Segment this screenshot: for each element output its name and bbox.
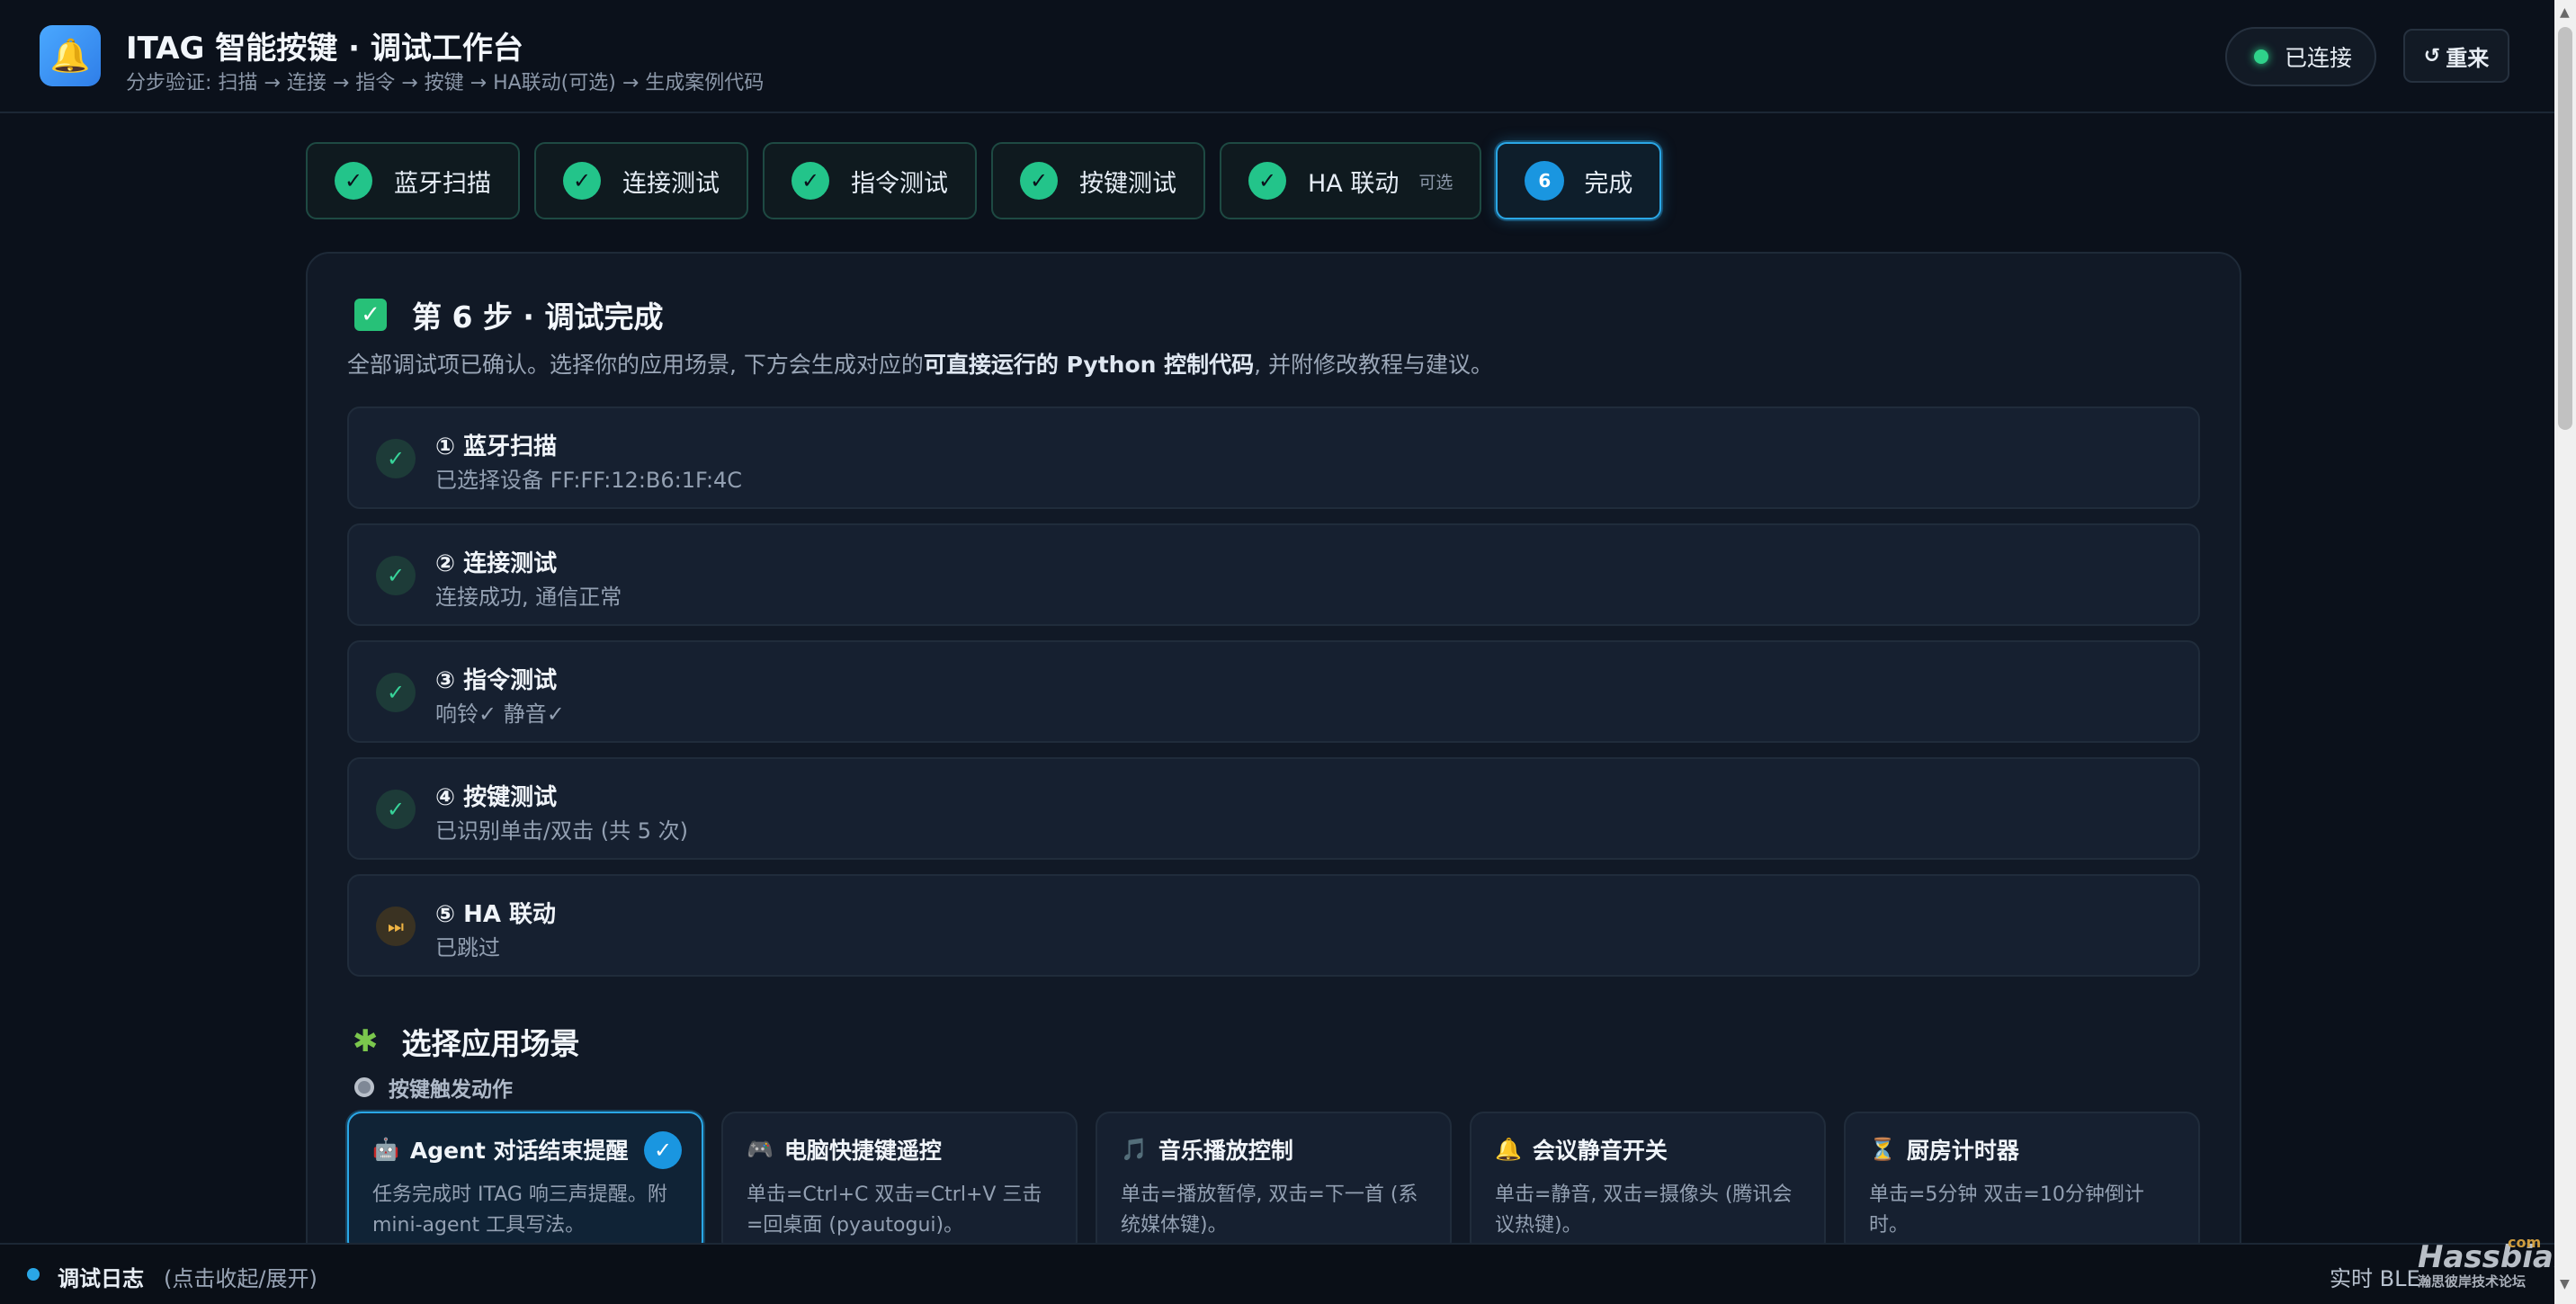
scenario-card-timer[interactable]: ⏳ 厨房计时器 单击=5分钟 双击=10分钟倒计时。 xyxy=(1844,1112,2200,1255)
gamepad-icon: 🎮 xyxy=(747,1137,774,1162)
watermark-logo: Hassbian com 瀚思彼岸技术论坛 xyxy=(2418,1234,2576,1290)
optional-tag: 可选 xyxy=(1418,172,1453,192)
scenarios-title: 选择应用场景 xyxy=(401,1026,580,1061)
watermark-tld: com xyxy=(2508,1234,2542,1251)
scroll-down-icon[interactable]: ▼ xyxy=(2560,1277,2570,1291)
scenario-card-hotkey[interactable]: 🎮 电脑快捷键遥控 单击=Ctrl+C 双击=Ctrl+V 三击=回桌面 (pya… xyxy=(721,1112,1078,1255)
step-ha[interactable]: ✓ HA 联动 可选 xyxy=(1220,142,1482,219)
checkbox-icon: ✓ xyxy=(354,299,387,331)
step-done[interactable]: 6 完成 xyxy=(1496,142,1662,219)
scenario-card-agent[interactable]: 🤖 Agent 对话结束提醒 任务完成时 ITAG 响三声提醒。附 mini-ag… xyxy=(347,1112,703,1255)
skip-forward-icon: ⏭ xyxy=(376,907,416,946)
scenario-desc: 任务完成时 ITAG 响三声提醒。附 mini-agent 工具写法。 xyxy=(372,1183,667,1237)
app-header: 🔔 ITAG 智能按键 · 调试工作台 分步验证: 扫描 → 连接 → 指令 →… xyxy=(0,0,2554,113)
stepper: ✓ 蓝牙扫描 ✓ 连接测试 ✓ 指令测试 ✓ 按键测试 ✓ HA 联动 可选 6… xyxy=(306,142,1662,219)
check-icon: ✓ xyxy=(376,439,416,478)
item-detail: 连接成功, 通信正常 xyxy=(435,585,622,610)
scenario-card-meeting[interactable]: 🔔 会议静音开关 单击=静音, 双击=摄像头 (腾讯会议热键)。 xyxy=(1470,1112,1826,1255)
debug-log-bar[interactable]: 调试日志 (点击收起/展开) 实时 BLE xyxy=(0,1243,2554,1304)
connection-status-badge: 已连接 xyxy=(2225,27,2376,86)
scenario-card-music[interactable]: 🎵 音乐播放控制 单击=播放暂停, 双击=下一首 (系统媒体键)。 xyxy=(1096,1112,1452,1255)
hourglass-icon: ⏳ xyxy=(1869,1137,1896,1162)
item-title: ② 连接测试 xyxy=(435,550,558,577)
step-button[interactable]: ✓ 按键测试 xyxy=(991,142,1205,219)
check-icon: ✓ xyxy=(376,790,416,829)
restart-label: 重来 xyxy=(2446,45,2490,71)
summary-item: ✓ ④ 按键测试 已识别单击/双击 (共 5 次) xyxy=(347,757,2200,860)
step-connect[interactable]: ✓ 连接测试 xyxy=(534,142,748,219)
step-number: 6 xyxy=(1525,161,1565,201)
step-label: 指令测试 xyxy=(851,169,948,198)
step-command[interactable]: ✓ 指令测试 xyxy=(763,142,977,219)
log-live-label: 实时 BLE xyxy=(2330,1266,2420,1291)
check-icon: ✓ xyxy=(376,673,416,712)
trigger-radio[interactable]: 按键触发动作 xyxy=(354,1072,513,1103)
summary-heading: ✓ 第 6 步 · 调试完成 xyxy=(354,293,663,336)
step-label: 按键测试 xyxy=(1079,169,1176,198)
summary-item: ⏭ ⑤ HA 联动 已跳过 xyxy=(347,874,2200,977)
radio-icon xyxy=(354,1077,374,1097)
item-detail: 已选择设备 FF:FF:12:B6:1F:4C xyxy=(435,468,743,493)
summary-item: ✓ ③ 指令测试 响铃✓ 静音✓ xyxy=(347,640,2200,743)
scenario-title: 厨房计时器 xyxy=(1906,1138,2019,1164)
trigger-label: 按键触发动作 xyxy=(389,1078,513,1102)
summary-title: 第 6 步 · 调试完成 xyxy=(412,299,664,335)
item-title: ③ 指令测试 xyxy=(435,667,558,694)
summary-item: ✓ ① 蓝牙扫描 已选择设备 FF:FF:12:B6:1F:4C xyxy=(347,406,2200,509)
check-icon: ✓ xyxy=(335,162,372,200)
item-title: ⑤ HA 联动 xyxy=(435,901,556,928)
app-subtitle: 分步验证: 扫描 → 连接 → 指令 → 按键 → HA联动(可选) → 生成案… xyxy=(126,72,765,94)
item-detail: 已识别单击/双击 (共 5 次) xyxy=(435,818,688,844)
bell-icon: 🔔 xyxy=(1495,1137,1522,1162)
desc-text: 全部调试项已确认。选择你的应用场景, 下方会生成对应的 xyxy=(347,352,924,378)
check-icon: ✓ xyxy=(1248,162,1286,200)
status-dot-icon xyxy=(2254,49,2268,64)
scenario-desc: 单击=Ctrl+C 双击=Ctrl+V 三击=回桌面 (pyautogui)。 xyxy=(747,1183,1042,1237)
item-title: ④ 按键测试 xyxy=(435,784,558,811)
check-icon: ✓ xyxy=(1020,162,1058,200)
page-scrollbar[interactable]: ▲ ▼ xyxy=(2554,0,2576,1304)
scenario-title: 音乐播放控制 xyxy=(1158,1138,1293,1164)
scenario-title: 电脑快捷键遥控 xyxy=(783,1138,942,1164)
step-label: 连接测试 xyxy=(622,169,720,198)
restart-button[interactable]: ↺ 重来 xyxy=(2403,29,2509,83)
scenario-title: Agent 对话结束提醒 xyxy=(409,1138,629,1164)
step-label: 蓝牙扫描 xyxy=(394,169,491,198)
summary-description: 全部调试项已确认。选择你的应用场景, 下方会生成对应的可直接运行的 Python… xyxy=(347,347,1493,380)
scenario-desc: 单击=5分钟 双击=10分钟倒计时。 xyxy=(1869,1183,2144,1237)
robot-icon: 🤖 xyxy=(372,1137,399,1162)
status-label: 已连接 xyxy=(2285,45,2353,71)
scroll-up-icon[interactable]: ▲ xyxy=(2560,5,2570,20)
scenario-desc: 单击=静音, 双击=摄像头 (腾讯会议热键)。 xyxy=(1495,1183,1793,1237)
item-detail: 已跳过 xyxy=(435,935,500,960)
check-icon: ✓ xyxy=(563,162,601,200)
check-icon: ✓ xyxy=(792,162,829,200)
desc-text: , 并附修改教程与建议。 xyxy=(1254,352,1494,378)
watermark-brand: Hassbian xyxy=(2418,1239,2576,1275)
selected-check-icon: ✓ xyxy=(644,1131,682,1169)
summary-item: ✓ ② 连接测试 连接成功, 通信正常 xyxy=(347,523,2200,626)
step-label: HA 联动 xyxy=(1308,169,1400,198)
step-label: 完成 xyxy=(1584,169,1633,198)
scenario-desc: 单击=播放暂停, 双击=下一首 (系统媒体键)。 xyxy=(1121,1183,1418,1237)
step-scan[interactable]: ✓ 蓝牙扫描 xyxy=(306,142,520,219)
app-title: ITAG 智能按键 · 调试工作台 xyxy=(126,31,523,67)
music-icon: 🎵 xyxy=(1121,1137,1148,1162)
scenarios-heading: ✱ 选择应用场景 xyxy=(353,1020,580,1063)
watermark-tagline: 瀚思彼岸技术论坛 xyxy=(2418,1273,2527,1290)
bell-icon: 🔔 xyxy=(40,25,101,86)
scrollbar-thumb[interactable] xyxy=(2558,27,2572,430)
desc-bold: 可直接运行的 Python 控制代码 xyxy=(923,352,1255,378)
log-title: 调试日志 xyxy=(58,1266,144,1291)
refresh-icon: ↺ xyxy=(2423,44,2441,67)
log-hint: (点击收起/展开) xyxy=(164,1266,318,1291)
summary-list: ✓ ① 蓝牙扫描 已选择设备 FF:FF:12:B6:1F:4C ✓ ② 连接测… xyxy=(347,406,2200,991)
scenario-title: 会议静音开关 xyxy=(1532,1138,1668,1164)
scenario-grid: 🤖 Agent 对话结束提醒 任务完成时 ITAG 响三声提醒。附 mini-ag… xyxy=(347,1112,2200,1255)
item-title: ① 蓝牙扫描 xyxy=(435,433,558,460)
check-icon: ✓ xyxy=(376,556,416,595)
item-detail: 响铃✓ 静音✓ xyxy=(435,701,565,727)
log-dot-icon xyxy=(27,1268,40,1281)
puzzle-icon: ✱ xyxy=(353,1023,379,1059)
